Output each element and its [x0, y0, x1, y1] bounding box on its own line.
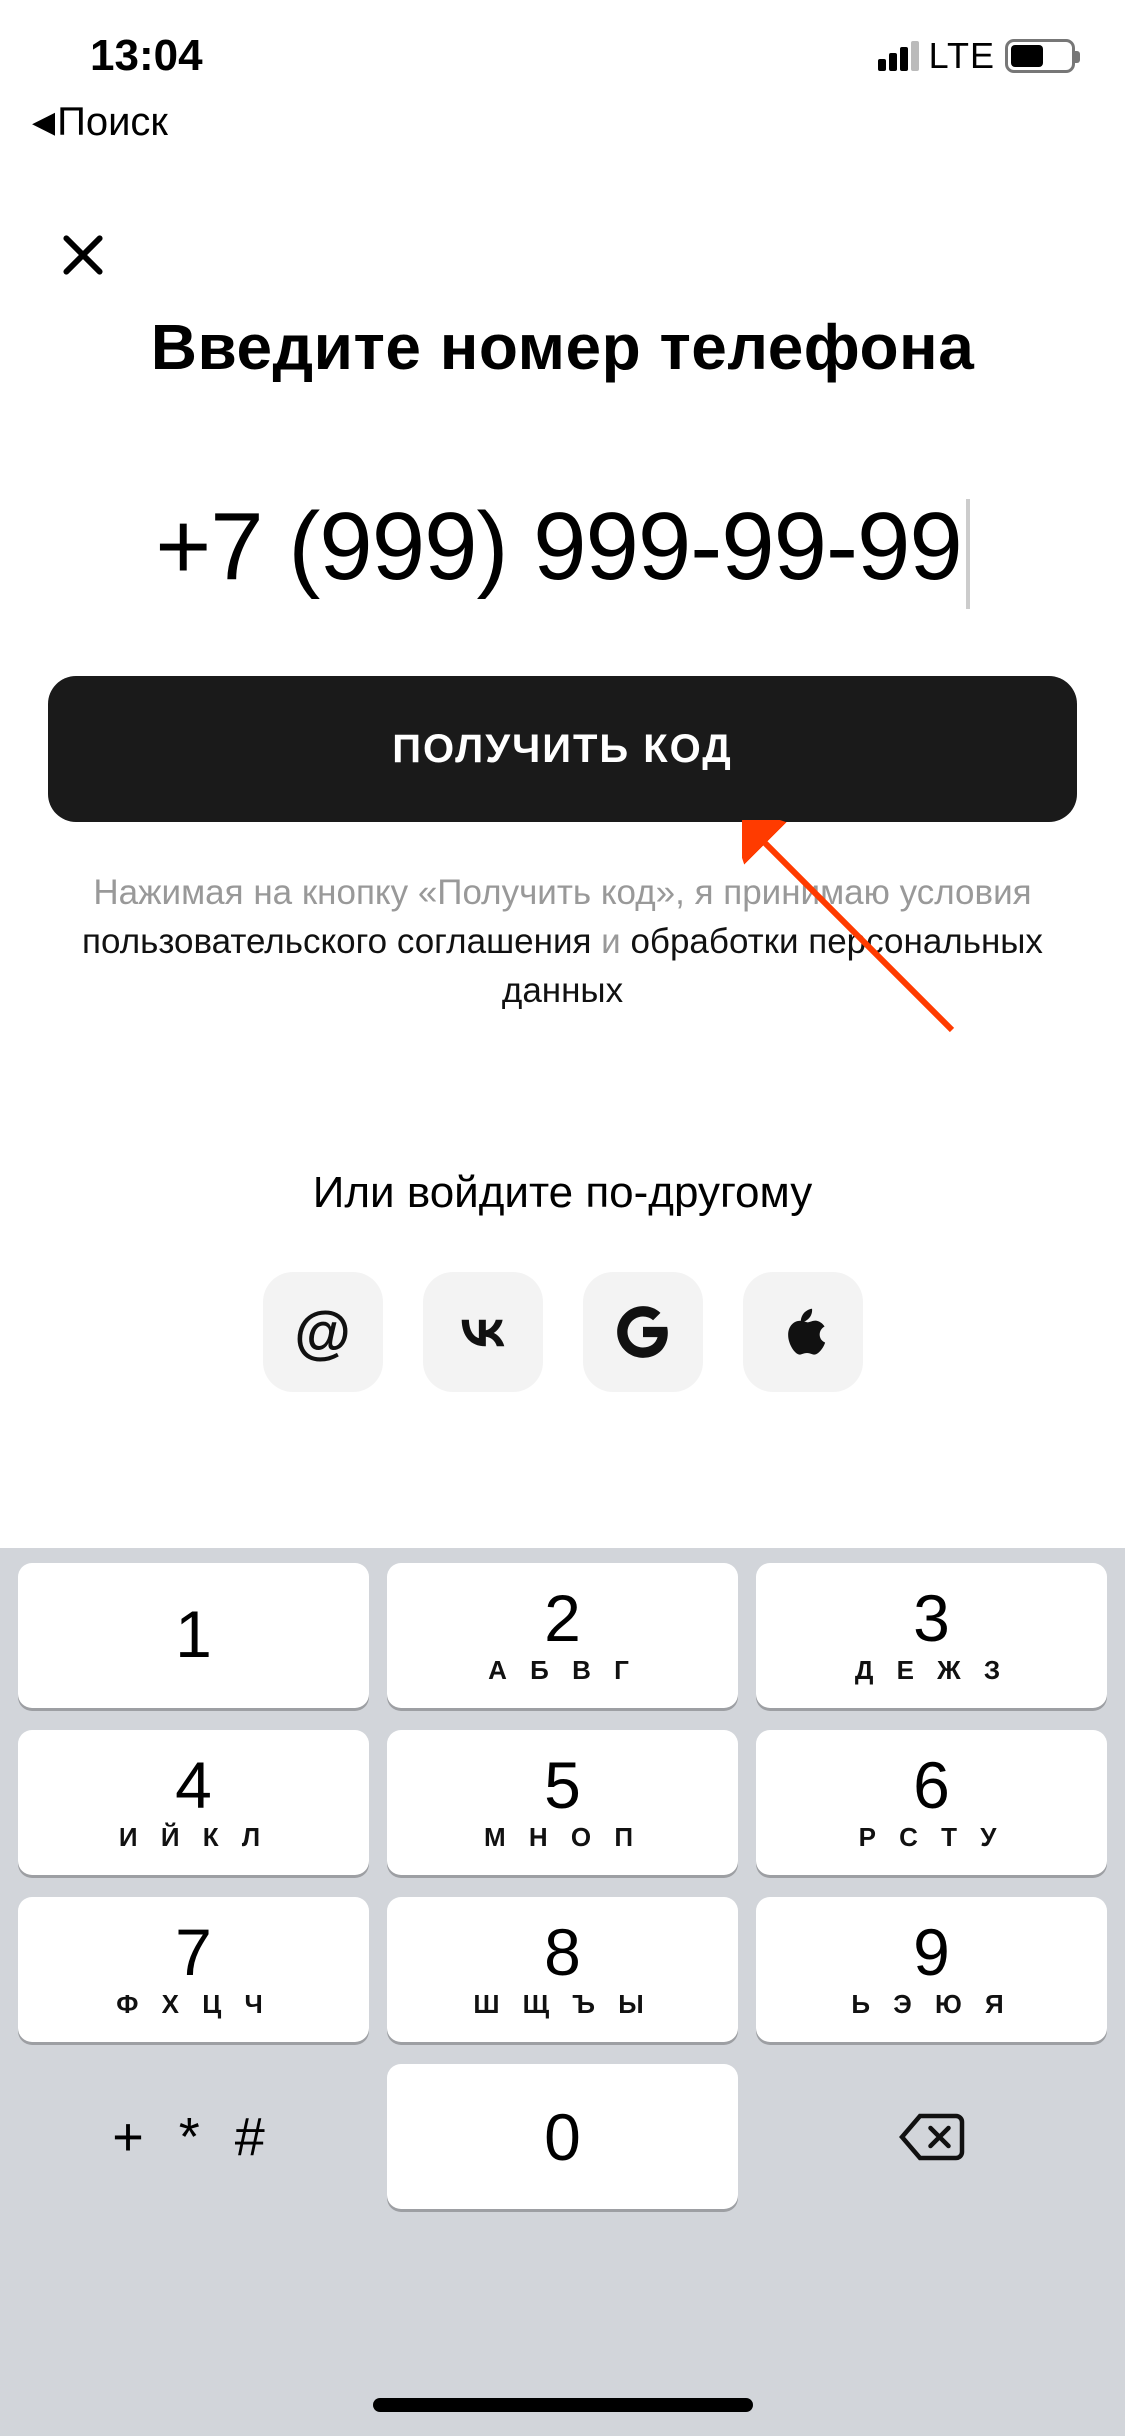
google-icon: [612, 1301, 674, 1363]
close-button[interactable]: [48, 220, 118, 290]
home-indicator[interactable]: [373, 2398, 753, 2412]
get-code-button[interactable]: ПОЛУЧИТЬ КОД: [48, 676, 1077, 822]
keypad-0[interactable]: 0: [387, 2064, 738, 2209]
mailru-login-button[interactable]: @: [263, 1272, 383, 1392]
close-icon: [58, 230, 108, 280]
vk-login-button[interactable]: [423, 1272, 543, 1392]
signal-icon: [878, 41, 919, 71]
numeric-keyboard: 1 2А Б В Г 3Д Е Ж З 4И Й К Л 5М Н О П 6Р…: [0, 1548, 1125, 2436]
disclaimer-part1: Нажимая на кнопку «Получить код», я прин…: [93, 873, 1031, 912]
get-code-label: ПОЛУЧИТЬ КОД: [392, 727, 732, 772]
social-row: @: [0, 1272, 1125, 1392]
keypad-2[interactable]: 2А Б В Г: [387, 1563, 738, 1708]
google-login-button[interactable]: [583, 1272, 703, 1392]
keypad-5[interactable]: 5М Н О П: [387, 1730, 738, 1875]
keypad-3[interactable]: 3Д Е Ж З: [756, 1563, 1107, 1708]
phone-input[interactable]: +7 (999) 999-99-99: [0, 492, 1125, 609]
apple-login-button[interactable]: [743, 1272, 863, 1392]
disclaimer-and: и: [591, 922, 630, 961]
keypad-8[interactable]: 8Ш Щ Ъ Ы: [387, 1897, 738, 2042]
terms-link[interactable]: пользовательского соглашения: [82, 922, 591, 961]
back-triangle-icon: ◀: [32, 105, 55, 140]
keypad-7[interactable]: 7Ф Х Ц Ч: [18, 1897, 369, 2042]
status-bar: 13:04 LTE: [0, 0, 1125, 100]
disclaimer-text: Нажимая на кнопку «Получить код», я прин…: [60, 868, 1065, 1015]
vk-icon: [452, 1301, 514, 1363]
keypad-4[interactable]: 4И Й К Л: [18, 1730, 369, 1875]
keypad-symbols[interactable]: + * #: [18, 2064, 369, 2209]
phone-value: +7 (999) 999-99-99: [155, 493, 962, 600]
battery-icon: [1005, 39, 1075, 73]
keypad-6[interactable]: 6Р С Т У: [756, 1730, 1107, 1875]
keypad-1[interactable]: 1: [18, 1563, 369, 1708]
backspace-icon: [899, 2112, 965, 2162]
text-cursor: [966, 499, 970, 609]
mailru-icon: @: [294, 1299, 351, 1366]
network-label: LTE: [929, 35, 995, 77]
status-time: 13:04: [50, 19, 203, 81]
keypad-9[interactable]: 9Ь Э Ю Я: [756, 1897, 1107, 2042]
page-title: Введите номер телефона: [0, 310, 1125, 384]
back-to-search[interactable]: ◀ Поиск: [32, 100, 168, 145]
keypad-backspace[interactable]: [756, 2064, 1107, 2209]
back-label: Поиск: [57, 100, 168, 145]
apple-icon: [772, 1301, 834, 1363]
alt-login-title: Или войдите по-другому: [0, 1168, 1125, 1218]
status-right: LTE: [878, 23, 1075, 77]
